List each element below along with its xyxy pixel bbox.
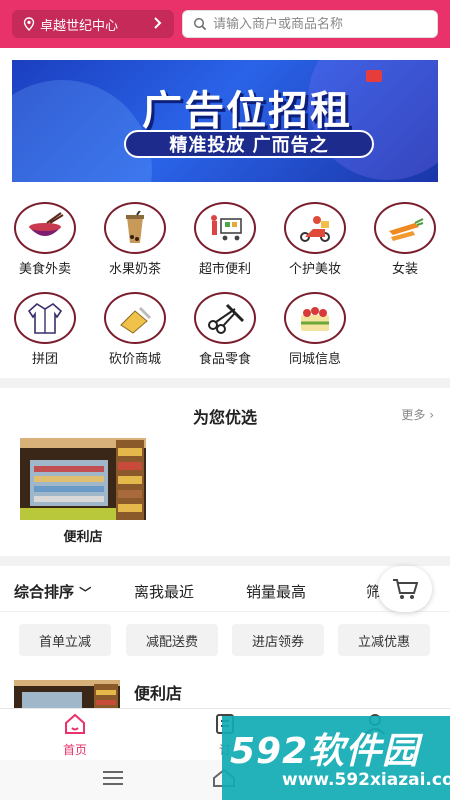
watermark-url: www.592xiazai.com: [282, 770, 450, 790]
supermarket-icon: [211, 215, 242, 241]
scissors-comb-icon: [208, 303, 245, 334]
cake-icon: [301, 307, 329, 331]
shop-name: 便利店: [134, 684, 183, 703]
watermark-logo: 592软件园: [230, 731, 420, 772]
category-label: 个护美妆: [288, 262, 341, 277]
cheese-knife-icon: [120, 307, 151, 334]
banner-title: 广告位招租: [142, 88, 352, 134]
category-food[interactable]: 美食外卖: [5, 202, 85, 282]
section-divider: [0, 378, 450, 388]
category-grid: 美食外卖 水果奶茶 超市便利 个护美妆 女装 拼团 砍价商城 食品零食 同城信息: [0, 196, 450, 374]
more-label: 更多: [401, 408, 426, 422]
category-snacks[interactable]: 食品零食: [185, 292, 265, 372]
chip-first-order-discount[interactable]: 首单立减: [19, 624, 111, 656]
category-beauty[interactable]: 个护美妆: [275, 202, 355, 282]
list-item[interactable]: 便利店: [0, 672, 450, 712]
category-label: 食品零食: [198, 352, 251, 367]
chevron-right-icon: [154, 17, 162, 29]
category-label: 拼团: [31, 352, 58, 367]
category-label: 同城信息: [288, 352, 341, 367]
search-icon: [193, 17, 207, 31]
section-divider: [0, 556, 450, 566]
sort-label: 综合排序: [14, 583, 75, 601]
chevron-right-icon: ›: [429, 408, 434, 422]
ad-banner[interactable]: 广告位招租 精准投放 广而告之: [12, 60, 438, 182]
location-selector[interactable]: 卓越世纪中心: [12, 10, 174, 38]
jacket-icon: [27, 303, 63, 334]
category-label: 超市便利: [198, 262, 251, 277]
recommended-section: 为您优选 更多 › 便利店: [0, 392, 450, 556]
sort-comprehensive[interactable]: 综合排序 ﹀: [14, 581, 91, 602]
category-bargain[interactable]: 砍价商城: [95, 292, 175, 372]
menu-icon[interactable]: [102, 770, 124, 786]
chevron-down-icon: ﹀: [79, 586, 92, 600]
home-icon: [65, 713, 85, 734]
shop-image[interactable]: [20, 438, 146, 520]
category-fruit-tea[interactable]: 水果奶茶: [95, 202, 175, 282]
delivery-scooter-icon: [300, 216, 330, 242]
app-screen: 卓越世纪中心 广告位招租 精准投放 广而告之: [0, 0, 450, 800]
store-photo: [20, 438, 146, 520]
category-label: 水果奶茶: [108, 262, 161, 277]
cart-button[interactable]: [378, 566, 432, 612]
cart-icon: [393, 579, 418, 599]
search-input[interactable]: [213, 16, 423, 32]
tab-home[interactable]: 首页: [35, 713, 115, 758]
chip-delivery-fee-discount[interactable]: 减配送费: [126, 624, 218, 656]
filter-chips: 首单立减 减配送费 进店领券 立减优惠: [0, 618, 450, 664]
category-local-info[interactable]: 同城信息: [275, 292, 355, 372]
milk-tea-icon: [126, 211, 144, 243]
watermark: 592软件园 www.592xiazai.com: [222, 716, 450, 800]
category-womens-clothing[interactable]: 女装: [365, 202, 445, 282]
chip-store-coupon[interactable]: 进店领券: [232, 624, 324, 656]
category-label: 砍价商城: [108, 352, 161, 367]
location-pin-icon: [23, 17, 35, 31]
category-group-buy[interactable]: 拼团: [5, 292, 85, 372]
chip-instant-discount[interactable]: 立减优惠: [338, 624, 430, 656]
category-supermarket[interactable]: 超市便利: [185, 202, 265, 282]
sort-best-selling[interactable]: 销量最高: [246, 581, 306, 602]
food-bowl-icon: [29, 212, 64, 236]
sort-nearest[interactable]: 离我最近: [134, 581, 194, 602]
shop-name: 便利店: [63, 530, 103, 545]
location-label: 卓越世纪中心: [40, 18, 119, 34]
category-label: 女装: [391, 262, 418, 277]
banner-subtitle: 精准投放 广而告之: [124, 130, 374, 158]
category-label: 美食外卖: [18, 262, 71, 277]
top-header: 卓越世纪中心: [0, 0, 450, 48]
search-bar[interactable]: [182, 10, 438, 38]
carrots-icon: [389, 218, 424, 241]
more-link[interactable]: 更多 ›: [401, 406, 434, 423]
tab-label: 首页: [62, 743, 87, 757]
section-title: 为您优选: [192, 408, 257, 427]
